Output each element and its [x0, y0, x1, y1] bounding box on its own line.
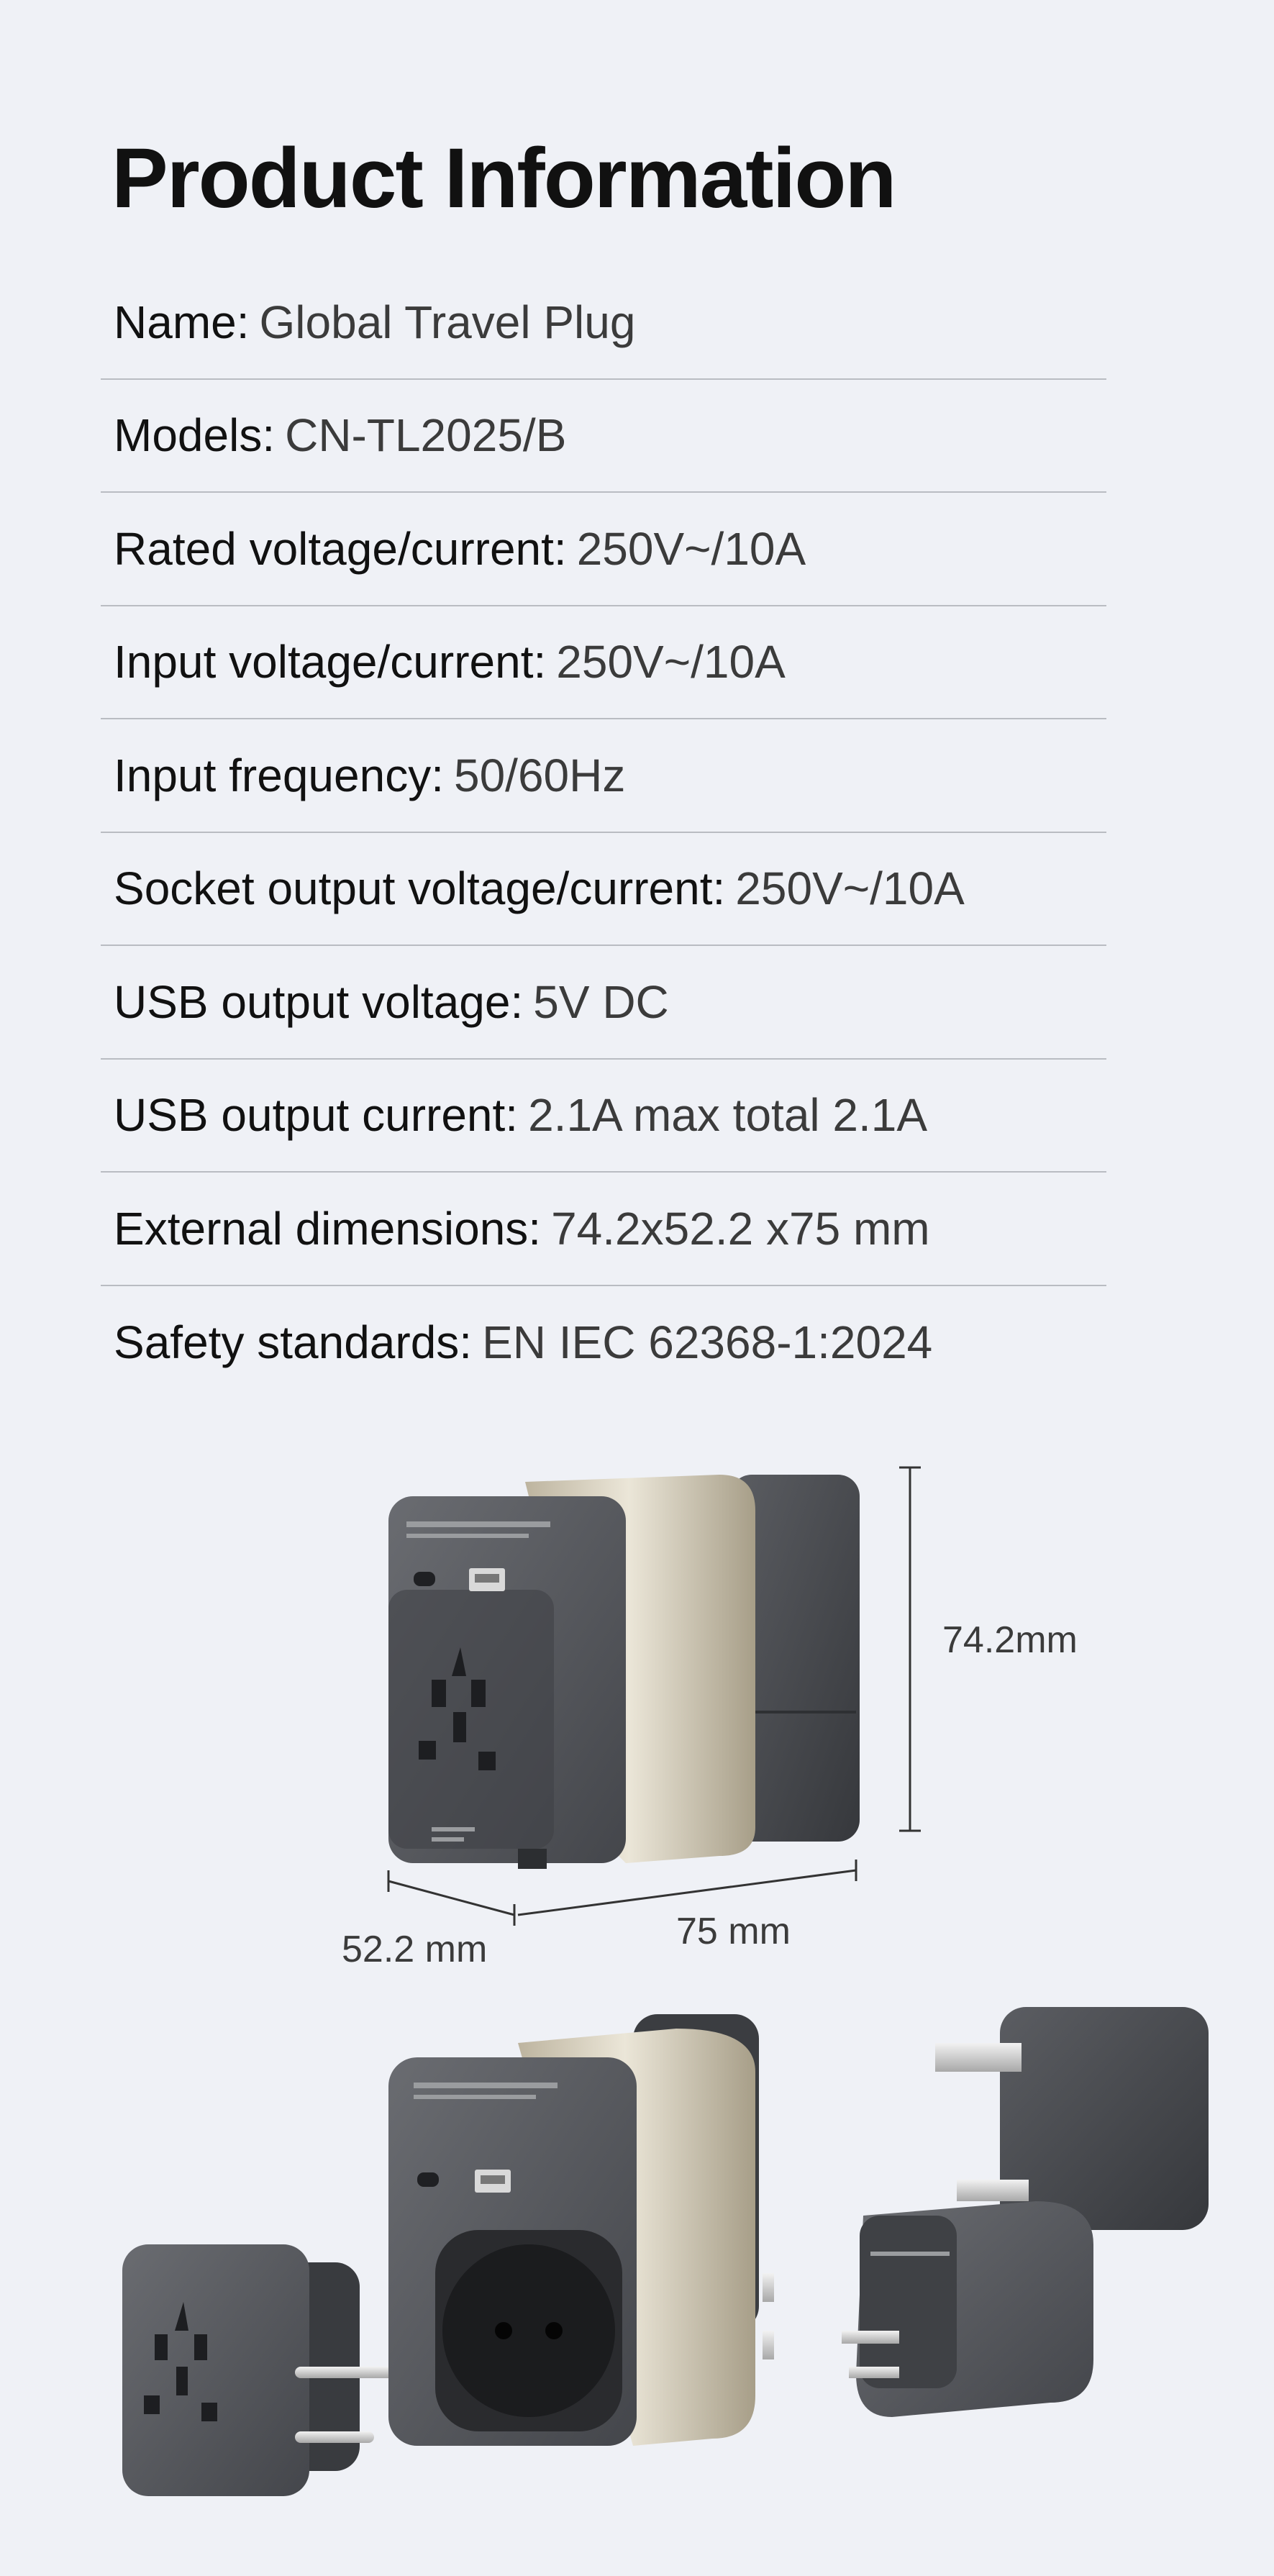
spec-value: 5V DC [533, 975, 669, 1028]
main-adapter-exploded [388, 2014, 774, 2446]
spec-value: CN-TL2025/B [285, 409, 567, 462]
spec-label: USB output current: [114, 1089, 519, 1142]
spec-label: Input frequency: [114, 749, 444, 801]
spec-value: 74.2x52.2 x75 mm [551, 1202, 930, 1255]
spec-row-safety: Safety standards: EN IEC 62368-1:2024 [101, 1286, 1106, 1400]
spec-label: Models: [114, 409, 276, 462]
spec-value: 250V~/10A [735, 863, 965, 915]
spec-list: Name: Global Travel Plug Models: CN-TL20… [101, 266, 1106, 1399]
spec-label: Safety standards: [114, 1316, 473, 1369]
spec-value: EN IEC 62368-1:2024 [482, 1316, 933, 1369]
spec-row-name: Name: Global Travel Plug [101, 266, 1106, 380]
spec-row-input: Input voltage/current: 250V~/10A [101, 606, 1106, 719]
spec-row-dimensions: External dimensions: 74.2x52.2 x75 mm [101, 1173, 1106, 1286]
uk-us-plug-modules [842, 2007, 1209, 2417]
spec-label: Rated voltage/current: [114, 522, 567, 575]
dimension-length: 75 mm [676, 1911, 791, 1952]
spec-label: Socket output voltage/current: [114, 863, 726, 915]
spec-value: 50/60Hz [453, 749, 626, 801]
spec-row-usb-voltage: USB output voltage: 5V DC [101, 946, 1106, 1060]
spec-row-socket-output: Socket output voltage/current: 250V~/10A [101, 833, 1106, 946]
spec-value: 2.1A max total 2.1A [528, 1089, 928, 1142]
spec-row-frequency: Input frequency: 50/60Hz [101, 719, 1106, 833]
spec-label: Name: [114, 296, 250, 348]
product-illustration [122, 1466, 1209, 2496]
main-adapter-view [388, 1475, 860, 1869]
spec-value: 250V~/10A [556, 636, 786, 688]
spec-value: 250V~/10A [576, 522, 806, 575]
spec-row-models: Models: CN-TL2025/B [101, 380, 1106, 493]
spec-label: USB output voltage: [114, 975, 524, 1028]
spec-row-usb-current: USB output current: 2.1A max total 2.1A [101, 1060, 1106, 1173]
spec-value: Global Travel Plug [259, 296, 636, 348]
eu-plug-module [122, 2244, 396, 2496]
page-title: Product Information [112, 131, 897, 226]
spec-label: Input voltage/current: [114, 636, 547, 688]
dimension-depth: 52.2 mm [342, 1929, 488, 1970]
product-figure: 74.2mm 52.2 mm 75 mm [0, 1424, 1274, 2576]
spec-row-rated: Rated voltage/current: 250V~/10A [101, 493, 1106, 606]
spec-label: External dimensions: [114, 1202, 542, 1255]
dimension-height: 74.2mm [942, 1619, 1078, 1661]
